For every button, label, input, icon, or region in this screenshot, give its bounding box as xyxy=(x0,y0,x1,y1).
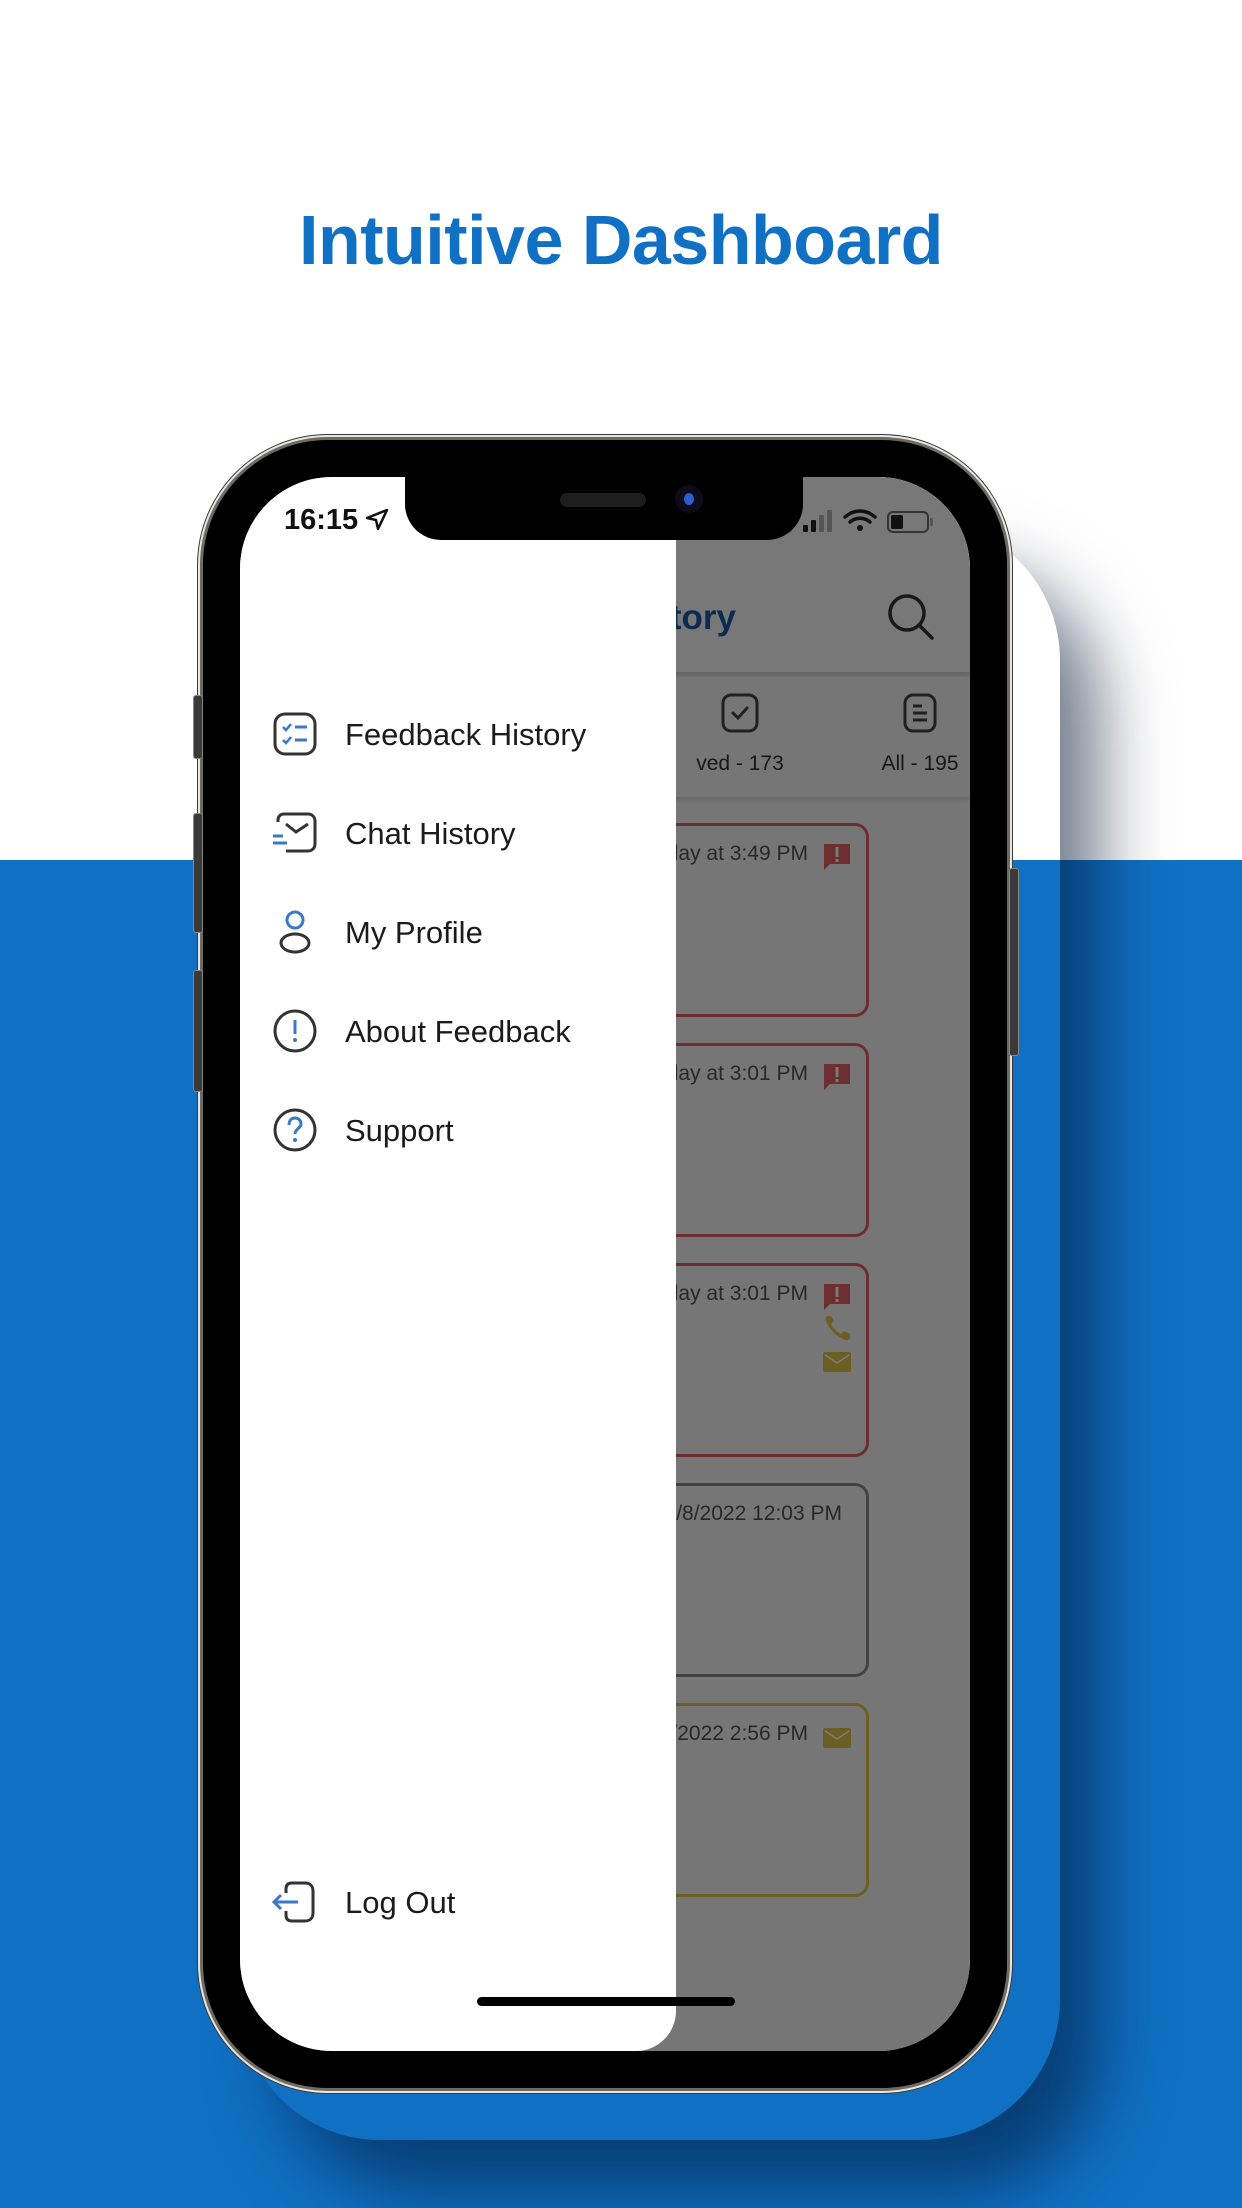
info-exclamation-icon xyxy=(273,1009,317,1053)
wifi-icon xyxy=(843,509,877,531)
drawer-item-label: Feedback History xyxy=(345,717,587,752)
battery-low-icon xyxy=(887,511,933,533)
status-icons xyxy=(803,509,933,533)
help-question-icon xyxy=(273,1108,317,1152)
cellular-signal-icon xyxy=(803,510,832,532)
headline: Intuitive Dashboard xyxy=(299,201,943,279)
home-indicator[interactable] xyxy=(477,1997,735,2006)
drawer-item-support[interactable]: Support xyxy=(272,1099,672,1159)
power-button xyxy=(1009,868,1019,1056)
drawer-item-about-feedback[interactable]: About Feedback xyxy=(272,1000,672,1060)
drawer-item-my-profile[interactable]: My Profile xyxy=(272,901,672,961)
logout-label: Log Out xyxy=(345,1885,456,1920)
chat-envelope-icon xyxy=(273,812,317,853)
drawer-item-label: My Profile xyxy=(345,915,483,950)
volume-up-button xyxy=(193,813,203,933)
checklist-icon xyxy=(273,712,317,756)
silent-switch xyxy=(193,695,203,759)
location-arrow-icon xyxy=(365,508,389,531)
drawer-item-label: Support xyxy=(345,1113,454,1148)
drawer-item-label: About Feedback xyxy=(345,1014,571,1049)
drawer-item-chat-history[interactable]: Chat History xyxy=(272,802,672,862)
drawer-logout-button[interactable]: Log Out xyxy=(272,1871,672,1931)
drawer-item-feedback-history[interactable]: Feedback History xyxy=(272,703,672,763)
user-icon xyxy=(279,910,311,954)
logout-icon xyxy=(272,1881,315,1923)
front-camera xyxy=(675,485,703,513)
status-time: 16:15 xyxy=(284,504,359,536)
notch xyxy=(405,477,803,540)
navigation-drawer: Feedback History Chat History My Profile xyxy=(240,477,676,2051)
drawer-item-label: Chat History xyxy=(345,816,516,851)
phone-frame: story ved - 173 xyxy=(193,440,1019,2088)
phone-screen: story ved - 173 xyxy=(240,477,970,2051)
volume-down-button xyxy=(193,970,203,1092)
speaker-grille xyxy=(560,493,646,507)
